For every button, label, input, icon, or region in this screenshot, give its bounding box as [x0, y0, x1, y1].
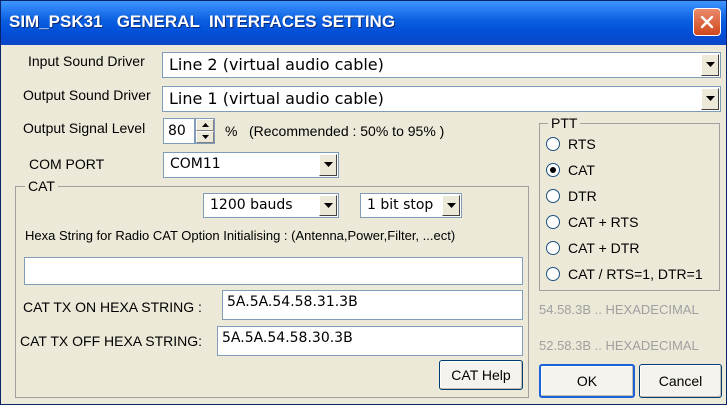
input-sound-driver-value: Line 2 (virtual audio cable) [169, 55, 384, 74]
cat-tx-on-value: 5A.5A.54.58.31.3B [227, 294, 358, 310]
chevron-down-icon [201, 135, 209, 139]
spin-down-button[interactable] [196, 131, 214, 143]
input-sound-driver-dropdown-button[interactable] [701, 54, 719, 76]
chevron-down-icon [705, 62, 715, 67]
settings-dialog: SIM_PSK31 GENERAL INTERFACES SETTING Inp… [0, 0, 727, 405]
cancel-button[interactable]: Cancel [639, 364, 722, 398]
ptt-option[interactable]: RTS [546, 136, 596, 152]
cat-tx-off-input[interactable]: 5A.5A.54.58.30.3B [217, 326, 523, 356]
stop-bits-dropdown-button[interactable] [442, 195, 460, 216]
chevron-up-icon [201, 123, 209, 127]
com-port-dropdown-button[interactable] [319, 154, 337, 176]
chevron-down-icon [446, 202, 456, 208]
stop-bits-value: 1 bit stop [367, 197, 434, 213]
cat-help-button[interactable]: CAT Help [439, 360, 523, 390]
input-sound-driver-select[interactable]: Line 2 (virtual audio cable) [162, 52, 721, 78]
baud-rate-select[interactable]: 1200 bauds [203, 193, 339, 218]
output-sound-driver-label: Output Sound Driver [23, 87, 151, 103]
radio-button[interactable] [546, 215, 560, 229]
ptt-option-label: CAT + DTR [568, 240, 640, 256]
com-port-select[interactable]: COM11 [163, 152, 339, 178]
chevron-down-icon [705, 96, 715, 101]
radio-button[interactable] [546, 163, 560, 177]
hexa-hint-on: 54.58.3B .. HEXADECIMAL [539, 302, 699, 317]
ptt-option-label: CAT / RTS=1, DTR=1 [568, 266, 703, 282]
title-bar[interactable]: SIM_PSK31 GENERAL INTERFACES SETTING [1, 1, 726, 45]
radio-button[interactable] [546, 137, 560, 151]
radio-button[interactable] [546, 241, 560, 255]
ptt-option-label: DTR [568, 188, 597, 204]
input-sound-driver-label: Input Sound Driver [28, 53, 145, 69]
output-sound-driver-dropdown-button[interactable] [701, 88, 719, 110]
recommended-note: (Recommended : 50% to 95% ) [249, 123, 445, 139]
ptt-option[interactable]: CAT / RTS=1, DTR=1 [546, 266, 703, 282]
output-signal-level-input[interactable]: 80 [163, 118, 195, 144]
cat-group-title: CAT [25, 178, 58, 194]
chevron-down-icon [323, 202, 333, 208]
output-signal-level-value: 80 [168, 123, 186, 139]
output-sound-driver-value: Line 1 (virtual audio cable) [169, 89, 384, 108]
spin-up-button[interactable] [196, 119, 214, 131]
cat-init-label: Hexa String for Radio CAT Option Initial… [25, 228, 456, 243]
output-sound-driver-select[interactable]: Line 1 (virtual audio cable) [162, 86, 721, 112]
ptt-group-title: PTT [548, 115, 581, 131]
ptt-option[interactable]: DTR [546, 188, 597, 204]
ptt-option-label: CAT [568, 162, 595, 178]
radio-button[interactable] [546, 189, 560, 203]
radio-button[interactable] [546, 267, 560, 281]
baud-rate-dropdown-button[interactable] [319, 195, 337, 216]
cat-tx-on-label: CAT TX ON HEXA STRING : [23, 299, 202, 315]
stop-bits-select[interactable]: 1 bit stop [360, 193, 462, 218]
cat-init-input[interactable] [24, 257, 523, 285]
cat-tx-on-input[interactable]: 5A.5A.54.58.31.3B [222, 290, 523, 320]
ptt-option[interactable]: CAT + RTS [546, 214, 638, 230]
close-icon [700, 15, 714, 29]
close-button[interactable] [693, 8, 721, 36]
cat-tx-off-label: CAT TX OFF HEXA STRING: [20, 333, 203, 349]
ok-button[interactable]: OK [539, 364, 635, 398]
window-title: SIM_PSK31 GENERAL INTERFACES SETTING [9, 12, 396, 31]
radio-selected-dot [550, 167, 556, 173]
hexa-hint-off: 52.58.3B .. HEXADECIMAL [539, 338, 699, 353]
com-port-value: COM11 [170, 156, 221, 172]
cat-tx-off-value: 5A.5A.54.58.30.3B [222, 330, 353, 346]
baud-rate-value: 1200 bauds [210, 197, 293, 213]
com-port-label: COM PORT [29, 156, 105, 172]
ptt-option[interactable]: CAT + DTR [546, 240, 639, 256]
ptt-option-label: RTS [568, 136, 596, 152]
chevron-down-icon [323, 162, 333, 167]
ptt-option-label: CAT + RTS [568, 214, 639, 230]
output-signal-level-label: Output Signal Level [23, 120, 146, 136]
output-signal-level-spinner[interactable] [195, 118, 215, 144]
percent-unit-label: % [225, 123, 238, 139]
ptt-option[interactable]: CAT [546, 162, 595, 178]
